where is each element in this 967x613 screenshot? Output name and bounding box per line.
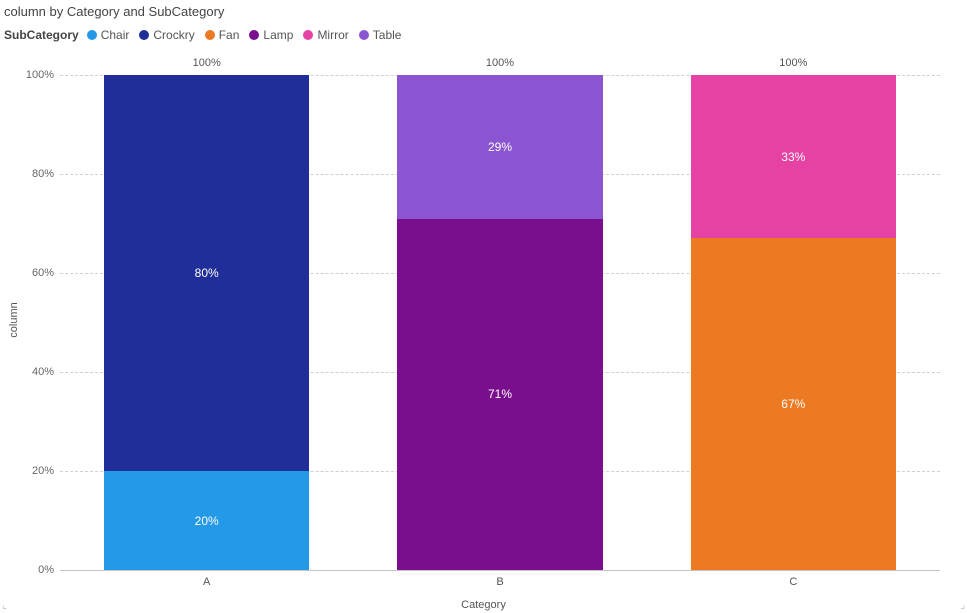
y-axis-label: column <box>8 302 20 337</box>
bar-segment-label: 20% <box>195 514 219 528</box>
x-tick-label: C <box>789 576 797 588</box>
resize-handle-br-icon: ⌟ <box>960 600 965 611</box>
legend-item[interactable]: Mirror <box>303 28 348 42</box>
legend-item-label: Fan <box>219 28 240 42</box>
legend-item-label: Mirror <box>317 28 348 42</box>
y-tick-label: 80% <box>24 168 54 180</box>
legend-item-label: Lamp <box>263 28 293 42</box>
bar-segment[interactable]: 29% <box>397 75 602 219</box>
x-tick-label: A <box>203 576 210 588</box>
chart-container: column by Category and SubCategory SubCa… <box>0 0 967 613</box>
x-axis-label: Category <box>461 599 506 611</box>
legend-item-label: Crockry <box>153 28 194 42</box>
bar-group: 100%20%80%A <box>104 75 309 570</box>
bar-total-label: 100% <box>779 57 807 69</box>
bar-total-label: 100% <box>193 57 221 69</box>
bar-total-label: 100% <box>486 57 514 69</box>
bar-segment-label: 80% <box>195 266 219 280</box>
legend-item-label: Chair <box>101 28 130 42</box>
legend-swatch-icon <box>87 30 97 40</box>
y-tick-label: 100% <box>24 69 54 81</box>
y-tick-label: 0% <box>24 564 54 576</box>
legend-swatch-icon <box>303 30 313 40</box>
plot-area: 0%20%40%60%80%100%100%20%80%A100%71%29%B… <box>60 75 940 570</box>
legend-swatch-icon <box>139 30 149 40</box>
bar-segment-label: 29% <box>488 140 512 154</box>
legend-item[interactable]: Lamp <box>249 28 293 42</box>
legend-item-label: Table <box>373 28 402 42</box>
bar-segment-label: 33% <box>781 150 805 164</box>
bar-segment[interactable]: 80% <box>104 75 309 471</box>
x-tick-label: B <box>496 576 503 588</box>
legend: SubCategory Chair Crockry Fan Lamp Mirror Tab… <box>4 28 405 42</box>
bar-segment-label: 67% <box>781 397 805 411</box>
legend-item[interactable]: Table <box>359 28 402 42</box>
bar-group: 100%71%29%B <box>397 75 602 570</box>
gridline <box>60 570 940 571</box>
y-tick-label: 60% <box>24 267 54 279</box>
bar-segment[interactable]: 67% <box>691 238 896 570</box>
bar-group: 100%67%33%C <box>691 75 896 570</box>
y-tick-label: 40% <box>24 366 54 378</box>
legend-swatch-icon <box>359 30 369 40</box>
chart-title: column by Category and SubCategory <box>4 4 224 19</box>
legend-title: SubCategory <box>4 28 79 42</box>
bar-segment[interactable]: 20% <box>104 471 309 570</box>
legend-swatch-icon <box>249 30 259 40</box>
legend-item[interactable]: Fan <box>205 28 240 42</box>
legend-swatch-icon <box>205 30 215 40</box>
bar-segment[interactable]: 33% <box>691 75 896 238</box>
bar-segment-label: 71% <box>488 387 512 401</box>
resize-handle-bl-icon: ⌞ <box>2 600 7 611</box>
y-tick-label: 20% <box>24 465 54 477</box>
bar-segment[interactable]: 71% <box>397 219 602 570</box>
legend-item[interactable]: Chair <box>87 28 130 42</box>
legend-item[interactable]: Crockry <box>139 28 194 42</box>
